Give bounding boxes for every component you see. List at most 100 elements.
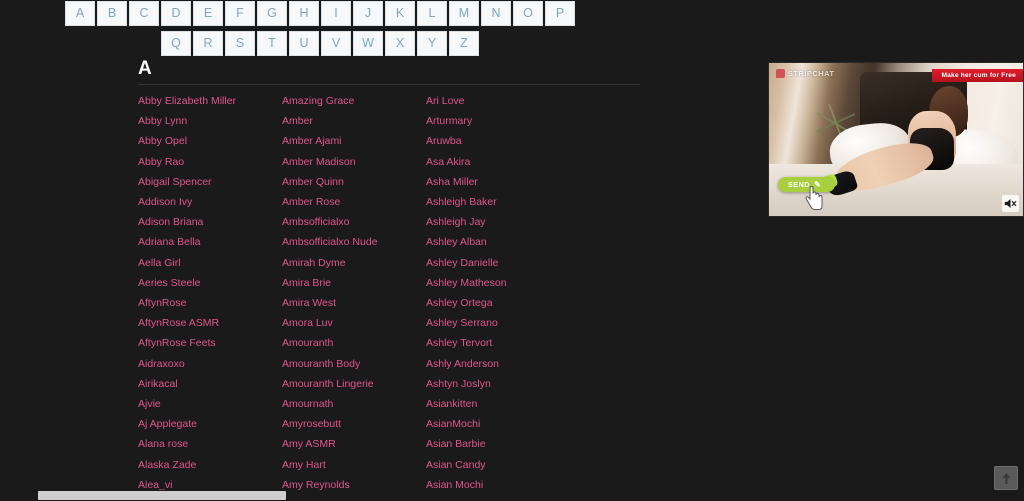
name-link[interactable]: Airikacal: [138, 374, 282, 394]
ad-brand-logo: STRIPCHAT: [776, 69, 834, 78]
name-link[interactable]: Ashly Anderson: [426, 354, 596, 374]
alpha-button-k[interactable]: K: [385, 1, 415, 26]
alpha-button-a[interactable]: A: [65, 1, 95, 26]
alpha-button-s[interactable]: S: [225, 31, 255, 56]
name-link[interactable]: Addison Ivy: [138, 192, 282, 212]
name-link[interactable]: Ambsofficialxo Nude: [282, 232, 426, 252]
name-link[interactable]: Ambsofficialxo: [282, 212, 426, 232]
name-link[interactable]: Adison Briana: [138, 212, 282, 232]
name-link[interactable]: Ashley Danielle: [426, 253, 596, 273]
alpha-button-e[interactable]: E: [193, 1, 223, 26]
name-link[interactable]: Amira West: [282, 293, 426, 313]
name-link[interactable]: Amora Luv: [282, 313, 426, 333]
alpha-button-c[interactable]: C: [129, 1, 159, 26]
alpha-button-g[interactable]: G: [257, 1, 287, 26]
name-link[interactable]: AsianMochi: [426, 414, 596, 434]
alpha-button-x[interactable]: X: [385, 31, 415, 56]
name-link[interactable]: Asian Barbie: [426, 434, 596, 454]
name-link[interactable]: Abby Opel: [138, 131, 282, 151]
name-link[interactable]: Aeries Steele: [138, 273, 282, 293]
advertisement-banner[interactable]: STRIPCHAT Make her cum for Free SEND ✎: [768, 62, 1024, 217]
name-link[interactable]: Asian Candy: [426, 455, 596, 475]
name-link[interactable]: Aruwba: [426, 131, 596, 151]
alphabet-row-2: QRSTUVWXYZ: [0, 31, 640, 56]
name-link[interactable]: Arturmary: [426, 111, 596, 131]
alpha-button-q[interactable]: Q: [161, 31, 191, 56]
alphabet-nav: ABCDEFGHIJKLMNOP QRSTUVWXYZ: [0, 0, 640, 61]
name-link[interactable]: Ashley Alban: [426, 232, 596, 252]
name-link[interactable]: Ashleigh Jay: [426, 212, 596, 232]
alpha-button-t[interactable]: T: [257, 31, 287, 56]
section-letter-heading: A: [138, 58, 152, 79]
name-index-section: A Abby Elizabeth Miller Abby Lynn Abby Ope…: [138, 58, 648, 501]
arrow-up-icon: [1002, 472, 1010, 484]
alpha-button-v[interactable]: V: [321, 31, 351, 56]
alpha-button-y[interactable]: Y: [417, 31, 447, 56]
alphabet-row-1: ABCDEFGHIJKLMNOP: [0, 1, 640, 26]
name-link[interactable]: Amber Madison: [282, 152, 426, 172]
name-link[interactable]: Ashley Ortega: [426, 293, 596, 313]
name-link[interactable]: Abby Rao: [138, 152, 282, 172]
muted-speaker-icon: [1004, 199, 1017, 208]
name-link[interactable]: AftynRose Feets: [138, 333, 282, 353]
alpha-button-r[interactable]: R: [193, 31, 223, 56]
alpha-button-f[interactable]: F: [225, 1, 255, 26]
alpha-button-u[interactable]: U: [289, 31, 319, 56]
name-link[interactable]: Asha Miller: [426, 172, 596, 192]
alpha-button-j[interactable]: J: [353, 1, 383, 26]
alpha-button-p[interactable]: P: [545, 1, 575, 26]
name-link[interactable]: Amouranth: [282, 333, 426, 353]
name-link[interactable]: Ari Love: [426, 91, 596, 111]
name-link[interactable]: Abby Lynn: [138, 111, 282, 131]
horizontal-scrollbar-track[interactable]: [0, 490, 1024, 501]
name-link[interactable]: Ajvie: [138, 394, 282, 414]
alpha-button-h[interactable]: H: [289, 1, 319, 26]
name-link[interactable]: Aj Applegate: [138, 414, 282, 434]
name-link[interactable]: AftynRose ASMR: [138, 313, 282, 333]
name-link[interactable]: Abigail Spencer: [138, 172, 282, 192]
name-link[interactable]: AftynRose: [138, 293, 282, 313]
name-link[interactable]: Adriana Bella: [138, 232, 282, 252]
name-link[interactable]: Amber Quinn: [282, 172, 426, 192]
name-link[interactable]: Alana rose: [138, 434, 282, 454]
name-link[interactable]: Amournath: [282, 394, 426, 414]
scroll-to-top-button[interactable]: [994, 466, 1018, 490]
alpha-button-i[interactable]: I: [321, 1, 351, 26]
name-link[interactable]: Abby Elizabeth Miller: [138, 91, 282, 111]
ad-brand-name: STRIPCHAT: [788, 69, 835, 78]
name-link[interactable]: Amber: [282, 111, 426, 131]
alpha-button-d[interactable]: D: [161, 1, 191, 26]
alpha-button-n[interactable]: N: [481, 1, 511, 26]
alpha-button-z[interactable]: Z: [449, 31, 479, 56]
horizontal-scrollbar-thumb[interactable]: [38, 491, 286, 500]
name-columns: Abby Elizabeth Miller Abby Lynn Abby Opel A…: [138, 91, 648, 501]
name-link[interactable]: Amber Rose: [282, 192, 426, 212]
alpha-button-m[interactable]: M: [449, 1, 479, 26]
name-link[interactable]: Amy ASMR: [282, 434, 426, 454]
name-link[interactable]: Asa Akira: [426, 152, 596, 172]
alpha-button-b[interactable]: B: [97, 1, 127, 26]
name-link[interactable]: Ashley Serrano: [426, 313, 596, 333]
name-link[interactable]: Amy Hart: [282, 455, 426, 475]
name-link[interactable]: Amira Brie: [282, 273, 426, 293]
name-link[interactable]: Ashleigh Baker: [426, 192, 596, 212]
mute-toggle-icon[interactable]: [1002, 195, 1019, 212]
name-link[interactable]: Amazing Grace: [282, 91, 426, 111]
name-link[interactable]: Aella Girl: [138, 253, 282, 273]
name-link[interactable]: Amirah Dyme: [282, 253, 426, 273]
name-link[interactable]: Amouranth Lingerie: [282, 374, 426, 394]
name-link[interactable]: Amouranth Body: [282, 354, 426, 374]
ad-model-figure: [821, 84, 978, 206]
name-link[interactable]: Alaska Zade: [138, 455, 282, 475]
name-link[interactable]: Ashtyn Joslyn: [426, 374, 596, 394]
alpha-button-l[interactable]: L: [417, 1, 447, 26]
ad-promo-badge[interactable]: Make her cum for Free: [932, 69, 1023, 82]
name-link[interactable]: Aidraxoxo: [138, 354, 282, 374]
name-link[interactable]: Ashley Matheson: [426, 273, 596, 293]
alpha-button-o[interactable]: O: [513, 1, 543, 26]
name-link[interactable]: Asiankitten: [426, 394, 596, 414]
name-link[interactable]: Amber Ajami: [282, 131, 426, 151]
name-link[interactable]: Amyrosebutt: [282, 414, 426, 434]
alpha-button-w[interactable]: W: [353, 31, 383, 56]
name-link[interactable]: Ashley Tervort: [426, 333, 596, 353]
